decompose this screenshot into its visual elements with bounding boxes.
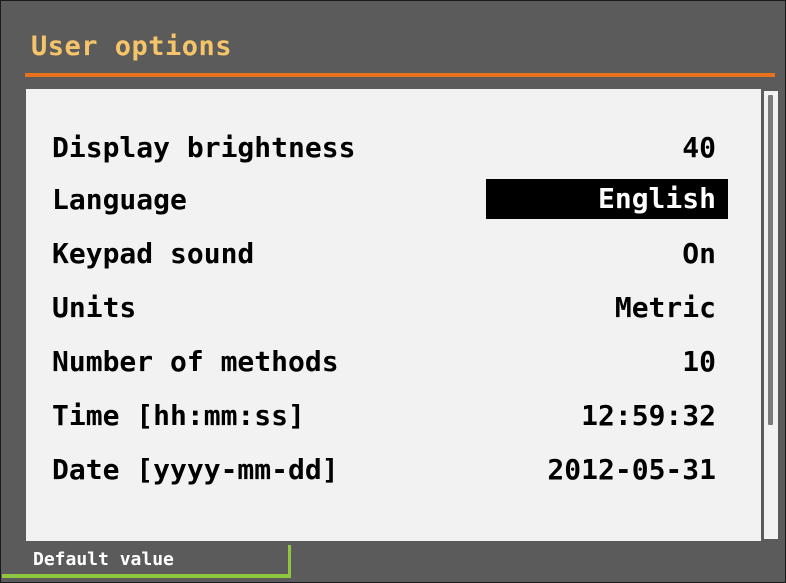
option-value-selected: English (486, 179, 728, 219)
device-screen: User options Display brightness 40 Langu… (0, 0, 786, 583)
option-value: Metric (614, 291, 716, 324)
softkey-bar: Default value (1, 541, 785, 582)
title-divider (25, 73, 775, 77)
option-row-time[interactable]: Time [hh:mm:ss] 12:59:32 (26, 395, 761, 439)
option-label: Date [yyyy-mm-dd] (52, 453, 339, 486)
option-label: Language (52, 183, 187, 216)
option-value: 10 (682, 345, 716, 378)
option-label: Display brightness (52, 131, 356, 164)
option-value: 12:59:32 (581, 399, 716, 432)
option-label: Units (52, 291, 137, 324)
page-title: User options (31, 31, 233, 62)
option-row-number-of-methods[interactable]: Number of methods 10 (26, 341, 761, 385)
option-value: On (682, 237, 716, 270)
option-value: 40 (682, 131, 716, 164)
option-label: Number of methods (52, 345, 339, 378)
scrollbar-thumb[interactable] (768, 95, 773, 425)
option-row-units[interactable]: Units Metric (26, 287, 761, 331)
default-value-button[interactable]: Default value (2, 545, 291, 578)
title-bar: User options (1, 1, 785, 77)
option-label: Time [hh:mm:ss] (52, 399, 305, 432)
option-row-display-brightness[interactable]: Display brightness 40 (26, 127, 761, 171)
option-row-keypad-sound[interactable]: Keypad sound On (26, 233, 761, 277)
default-value-label: Default value (33, 549, 174, 570)
options-list: Display brightness 40 Language English K… (26, 89, 761, 541)
option-label: Keypad sound (52, 237, 255, 270)
option-row-language[interactable]: Language English (26, 179, 761, 223)
option-value: 2012-05-31 (547, 453, 716, 486)
scrollbar[interactable] (764, 91, 778, 539)
option-row-date[interactable]: Date [yyyy-mm-dd] 2012-05-31 (26, 449, 761, 493)
